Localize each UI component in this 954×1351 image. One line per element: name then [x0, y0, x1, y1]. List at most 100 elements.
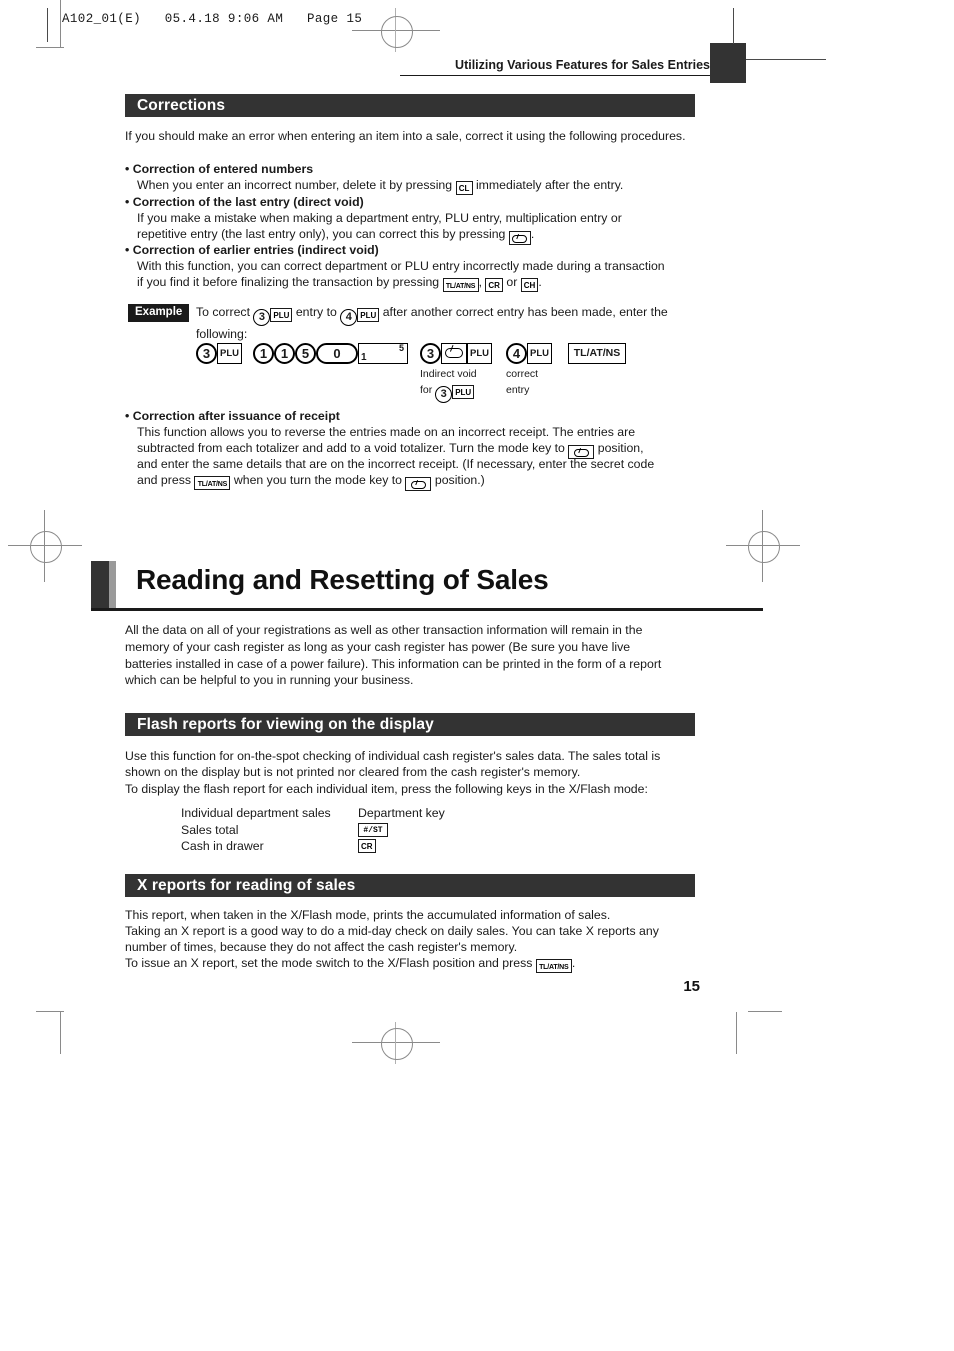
bullet-marker: • [125, 195, 133, 209]
crop-line-bottom-right-horizontal [748, 1011, 782, 1012]
void-glyph [410, 481, 426, 489]
round-key-4-icon: 4 [340, 309, 358, 326]
crop-line-bottom-left-vertical [60, 1012, 61, 1054]
seq-round-key-3b-icon: 3 [420, 342, 441, 364]
caption-for-text: for [420, 384, 433, 396]
crop-line-top-left-horizontal [36, 47, 64, 48]
line2-before: if you find it before finalizing the tra… [137, 275, 440, 289]
keyseq-row: 1 1 5 0 1 5 [253, 341, 408, 365]
bullet-title-text: Correction of earlier entries (indirect … [132, 243, 379, 257]
bullet-marker: • [125, 162, 133, 176]
hash-st-key-icon: #/ST [358, 822, 388, 837]
flash-row-value-0: Department key [358, 806, 445, 820]
seq-plu-key-icon-2: PLU [467, 342, 492, 364]
line2-after: . [538, 275, 542, 289]
reg-mark-top-center [381, 16, 413, 48]
line4-after: . [571, 956, 576, 970]
x-reports-line3: number of times, because they do not aff… [125, 940, 518, 954]
list-item: Sales total #/ST [181, 822, 445, 839]
bullet-title-text: Correction after issuance of receipt [132, 409, 340, 423]
flash-row-label-1: Sales total [181, 822, 239, 837]
seq-oval-key-0-icon: 0 [316, 342, 358, 364]
example-key-sequence: 3 PLU 1 1 5 0 1 5 3 PLU Indirect void fo… [196, 341, 626, 403]
bullet-body-last-entry-line1: If you make a mistake when making a depa… [137, 211, 622, 225]
after-receipt-line3: and enter the same details that are on t… [137, 457, 655, 471]
seq-round-key-1b-icon: 1 [274, 342, 295, 364]
keyseq-group-4: 4 PLU correct entry [506, 341, 552, 397]
bullet-body-before: When you enter an incorrect number, dele… [137, 178, 453, 192]
thumb-tab-crop-vertical [733, 8, 734, 44]
flash-reports-line2: shown on the display but is not printed … [125, 765, 581, 779]
bullet-body-earlier-line1: With this function, you can correct depa… [137, 259, 665, 273]
seq-tl-at-ns-key-icon: TL/AT/NS [568, 342, 626, 364]
sep-comma: , [478, 275, 482, 289]
example-text-part2: entry to [295, 305, 337, 319]
banner-flash-reports: Flash reports for viewing on the display [125, 713, 695, 736]
list-item: Cash in drawer CR [181, 838, 445, 855]
crop-line-left-vertical [60, 0, 61, 48]
mode-void-key-icon-2 [405, 477, 432, 491]
example-tag: Example [128, 304, 190, 322]
chapter-rule [91, 608, 763, 611]
keyseq-group-3: 3 PLU Indirect void for 3 PLU [420, 341, 492, 403]
mult-left-digit: 1 [361, 351, 367, 363]
line4-mid: when you turn the mode key to [233, 473, 403, 487]
corrections-intro: If you should make an error when enterin… [125, 129, 686, 143]
line4-before: To issue an X report, set the mode switc… [125, 956, 533, 970]
bullet-marker: • [125, 409, 133, 423]
keyseq-group-1: 3 PLU [196, 341, 242, 365]
void-glyph [512, 235, 528, 243]
prepress-slug: A102_01(E) 05.4.18 9:06 AM Page 15 [62, 12, 363, 26]
bullet-title-after-receipt: • Correction after issuance of receipt [125, 408, 340, 425]
keyseq-group-5: TL/AT/NS [568, 341, 626, 365]
bullet-body-earlier-line2: if you find it before finalizing the tra… [137, 274, 702, 292]
page-number: 15 [683, 978, 700, 995]
banner-x-reports: X reports for reading of sales [125, 874, 695, 897]
flash-row-label-2: Cash in drawer [181, 839, 264, 853]
example-text-part1: To correct [196, 305, 250, 319]
cl-key-icon: CL [455, 181, 473, 195]
line4-after: position.) [434, 473, 485, 487]
thumb-tab-crop-horizontal [746, 59, 826, 60]
x-reports-line1: This report, when taken in the X/Flash m… [125, 908, 611, 922]
keyseq-row: 3 PLU [196, 341, 242, 365]
bullet-marker: • [125, 243, 133, 257]
caption-round-key-3-icon: 3 [435, 386, 453, 403]
line2-before: repetitive entry (the last entry only), … [137, 227, 506, 241]
sep-or: or [506, 275, 518, 289]
bullet-title-entered-numbers: • Correction of entered numbers [125, 161, 313, 178]
reg-mark-bottom-center [381, 1028, 413, 1060]
void-glyph [445, 348, 463, 358]
keyseq-row: 4 PLU [506, 341, 552, 365]
tl-at-ns-key-icon-2: TL/AT/NS [194, 476, 231, 490]
seq-plu-key-icon-3: PLU [527, 342, 552, 364]
chapter-marker-grey [109, 561, 116, 609]
bullet-title-text: Correction of entered numbers [132, 162, 314, 176]
flash-report-key-list: Individual department sales Department k… [181, 805, 445, 855]
after-receipt-line4: and press TL/AT/NS when you turn the mod… [137, 472, 707, 491]
example-description: To correct 3 PLU entry to 4 PLU after anot… [196, 304, 696, 343]
example-text-part3: after another correct entry has been mad… [382, 305, 668, 319]
x-reports-line2: Taking an X report is a good way to do a… [125, 924, 659, 938]
reg-mark-left [30, 531, 62, 563]
manual-page: A102_01(E) 05.4.18 9:06 AM Page 15 Utili… [0, 0, 954, 1351]
bullet-body-after: immediately after the entry. [475, 178, 624, 192]
bullet-body-entered-numbers: When you enter an incorrect number, dele… [137, 177, 697, 195]
seq-round-key-1a-icon: 1 [253, 342, 274, 364]
cr-key-icon: CR [485, 278, 503, 292]
caption-correct-line1: correct [506, 368, 539, 380]
bullet-title-text: Correction of the last entry (direct voi… [132, 195, 364, 209]
line2-before: subtracted from each totalizer and add t… [137, 441, 565, 455]
ch-key-icon: CH [520, 278, 539, 292]
keyseq-group-2: 1 1 5 0 1 5 [253, 341, 408, 365]
keyseq-row: 3 PLU [420, 341, 492, 365]
crop-line-bottom-right-vertical [736, 1012, 737, 1054]
void-key-icon [508, 231, 531, 245]
seq-multiplication-key-icon: 1 5 [358, 342, 408, 364]
chapter-thumb-tab [710, 43, 746, 83]
after-receipt-line1: This function allows you to reverse the … [137, 425, 636, 439]
bullet-title-earlier-entries: • Correction of earlier entries (indirec… [125, 242, 379, 259]
line2-after: position, [597, 441, 644, 455]
mult-right-digit: 5 [398, 342, 404, 353]
caption-indirect-void-line2: for 3 PLU [420, 383, 475, 403]
